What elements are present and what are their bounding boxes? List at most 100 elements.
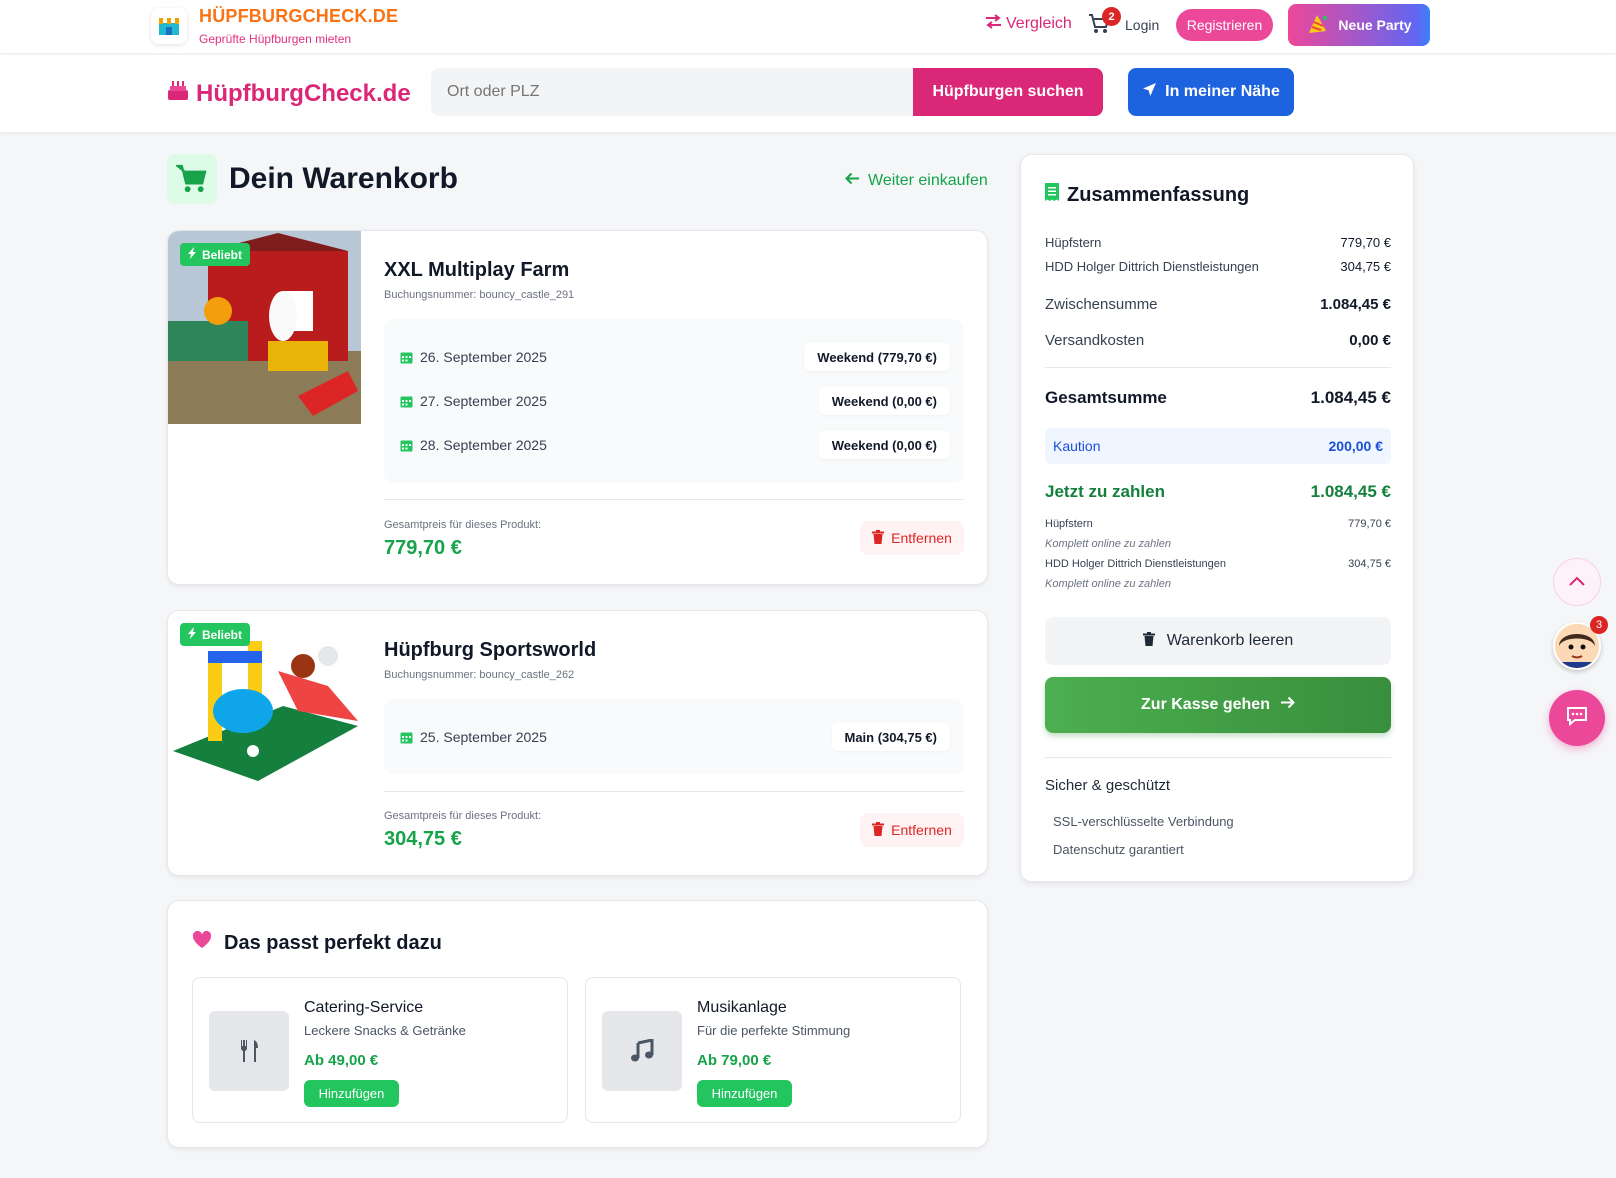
booking-dates: 26. September 2025 Weekend (779,70 €) 27… [384,319,964,483]
continue-shopping-link[interactable]: Weiter einkaufen [845,172,988,190]
booking-date: 28. September 2025 [420,437,547,453]
grand-total-row: Gesamtsumme 1.084,45 € [1045,388,1391,408]
product-name[interactable]: XXL Multiplay Farm [384,259,569,282]
subtotal-label: Zwischensumme [1045,296,1158,313]
scroll-top-button[interactable] [1553,558,1601,606]
receipt-icon [1045,183,1059,207]
product-total-label: Gesamtpreis für dieses Produkt: [384,519,542,531]
calendar-icon [400,351,413,364]
avatar-badge: 3 [1590,616,1608,634]
vendor-amount: 304,75 € [1348,558,1391,570]
add-upsell-button[interactable]: Hinzufügen [697,1080,792,1107]
deposit-label: Kaution [1053,438,1101,454]
trash-icon [872,529,885,547]
rate-pill: Main (304,75 €) [831,723,950,751]
compare-link[interactable]: Vergleich [985,14,1072,34]
vendor-name: HDD Holger Dittrich Dienstleistungen [1045,259,1259,274]
bouncy-castle-logo-icon [151,8,187,44]
brand-name: HÜPFBURGCHECK.DE [199,6,399,26]
lightning-icon [188,627,197,642]
pay-now-row: Jetzt zu zahlen 1.084,45 € [1045,482,1391,502]
lightning-icon [188,247,197,262]
checkout-label: Zur Kasse gehen [1141,696,1270,713]
popular-badge-label: Beliebt [202,247,243,262]
upsell-title-text: Das passt perfekt dazu [224,931,442,954]
remove-button[interactable]: Entfernen [860,813,964,847]
remove-button[interactable]: Entfernen [860,521,964,555]
upsell-desc: Für die perfekte Stimmung [697,1023,851,1038]
cart-heading-icon [167,154,217,204]
cart-count-badge: 2 [1102,7,1121,26]
cart-item: Beliebt XXL Multiplay Farm Buchungsnumme… [167,230,988,585]
product-name[interactable]: Hüpfburg Sportsworld [384,639,596,662]
pay-now-value: 1.084,45 € [1310,482,1391,501]
rate-pill: Weekend (0,00 €) [818,431,950,459]
divider [1045,367,1391,368]
calendar-icon [400,731,413,744]
divider [384,499,964,500]
chat-button[interactable] [1549,690,1605,746]
vendor-name: Hüpfstern [1045,235,1102,250]
checkout-button[interactable]: Zur Kasse gehen [1045,677,1391,733]
payment-note: Komplett online zu zahlen [1045,578,1171,590]
security-item: Datenschutz garantiert [1053,842,1184,857]
add-upsell-button[interactable]: Hinzufügen [304,1080,399,1107]
swap-arrows-icon [985,14,1002,34]
new-party-label: Neue Party [1338,17,1412,33]
booking-date: 26. September 2025 [420,349,547,365]
calendar-icon [400,395,413,408]
grand-total-label: Gesamtsumme [1045,388,1167,407]
trash-icon [1142,631,1155,651]
upsell-price: Ab 49,00 € [304,1052,379,1069]
payment-note: Komplett online zu zahlen [1045,538,1171,550]
rate-pill: Weekend (779,70 €) [804,343,950,371]
arrow-left-icon [845,172,860,190]
brand[interactable]: HÜPFBURGCHECK.DE Geprüfte Hüpfburgen mie… [151,6,398,46]
upsell-price: Ab 79,00 € [697,1052,772,1069]
music-note-icon [602,1011,682,1091]
register-button[interactable]: Registrieren [1176,9,1273,41]
vendor-payment-row: Hüpfstern 779,70 € [1045,518,1391,530]
popular-badge: Beliebt [180,623,251,646]
popular-badge: Beliebt [180,243,251,266]
vendor-payment-row: HDD Holger Dittrich Dienstleistungen 304… [1045,558,1391,570]
booking-number: Buchungsnummer: bouncy_castle_291 [384,289,575,301]
divider [384,791,964,792]
location-search-input[interactable] [431,68,913,116]
remove-label: Entfernen [891,822,952,838]
deposit-row: Kaution 200,00 € [1045,428,1391,464]
vendor-row: Hüpfstern 779,70 € [1045,235,1391,250]
booking-number: Buchungsnummer: bouncy_castle_262 [384,669,575,681]
heart-icon [192,930,212,955]
search-button[interactable]: Hüpfburgen suchen [913,68,1103,116]
site-logo-text: HüpfburgCheck.de [196,79,411,107]
nearby-button[interactable]: In meiner Nähe [1128,68,1294,116]
chat-bubble-icon [1566,706,1588,731]
order-summary: Zusammenfassung Hüpfstern 779,70 € HDD H… [1020,154,1414,882]
upsell-card[interactable]: Musikanlage Für die perfekte Stimmung Ab… [585,977,961,1123]
party-hat-icon [1306,13,1330,38]
chevron-up-icon [1569,573,1585,591]
booking-date: 25. September 2025 [420,729,547,745]
new-party-button[interactable]: Neue Party [1288,4,1430,46]
divider [1045,757,1391,758]
upsell-section: Das passt perfekt dazu Catering-Service … [167,900,988,1148]
site-logo[interactable]: HüpfburgCheck.de [167,79,411,108]
shipping-row: Versandkosten 0,00 € [1045,332,1391,349]
continue-shopping-label: Weiter einkaufen [868,172,988,189]
vendor-row: HDD Holger Dittrich Dienstleistungen 304… [1045,259,1391,274]
shipping-value: 0,00 € [1349,332,1391,349]
clear-cart-button[interactable]: Warenkorb leeren [1045,617,1391,665]
login-link[interactable]: Login [1125,17,1159,33]
date-row: 26. September 2025 Weekend (779,70 €) [384,343,964,373]
upsell-name: Musikanlage [697,999,787,1016]
clear-cart-label: Warenkorb leeren [1166,632,1294,649]
upsell-card[interactable]: Catering-Service Leckere Snacks & Geträn… [192,977,568,1123]
security-item: SSL-verschlüsselte Verbindung [1053,814,1234,829]
date-row: 27. September 2025 Weekend (0,00 €) [384,387,964,417]
summary-title: Zusammenfassung [1045,183,1249,207]
trash-icon [872,821,885,839]
arrow-right-icon [1280,696,1295,714]
compare-label: Vergleich [1006,15,1072,32]
security-title: Sicher & geschützt [1045,777,1171,794]
